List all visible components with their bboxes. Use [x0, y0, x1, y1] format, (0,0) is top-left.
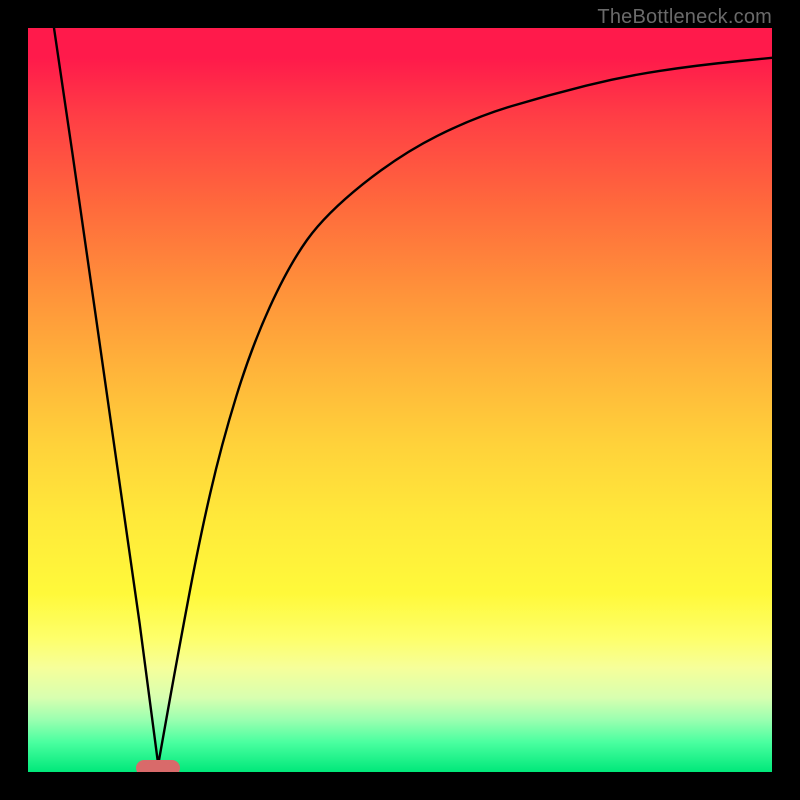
plot-area: [28, 28, 772, 772]
chart-frame: TheBottleneck.com: [0, 0, 800, 800]
optimal-marker: [136, 760, 180, 772]
source-link[interactable]: TheBottleneck.com: [597, 6, 772, 29]
bottleneck-curve: [28, 28, 772, 772]
curve-path: [54, 28, 772, 765]
